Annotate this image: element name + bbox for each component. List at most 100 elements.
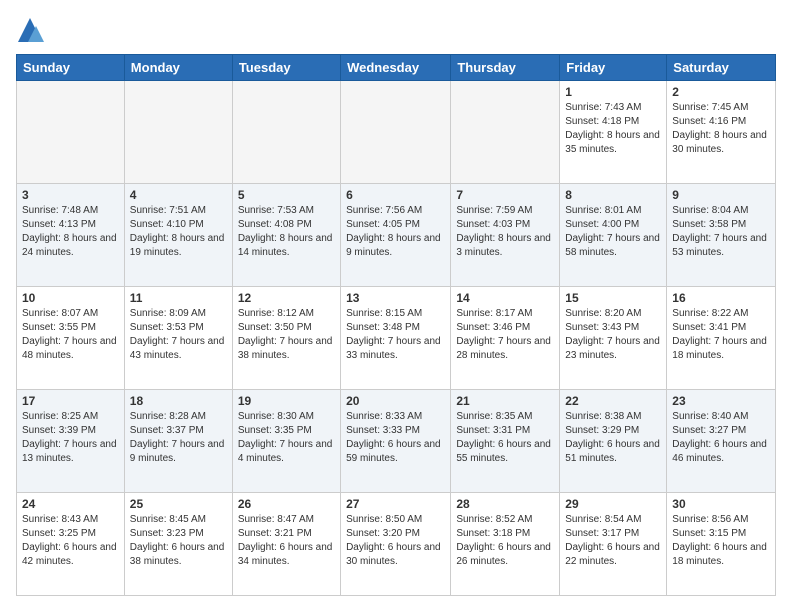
day-number: 6 [346, 188, 445, 202]
day-number: 14 [456, 291, 554, 305]
day-info: Sunrise: 8:25 AM Sunset: 3:39 PM Dayligh… [22, 410, 119, 466]
calendar-cell: 20Sunrise: 8:33 AM Sunset: 3:33 PM Dayli… [341, 390, 451, 493]
day-number: 18 [130, 394, 227, 408]
day-info: Sunrise: 8:04 AM Sunset: 3:58 PM Dayligh… [672, 204, 770, 260]
day-info: Sunrise: 8:20 AM Sunset: 3:43 PM Dayligh… [565, 307, 661, 363]
weekday-header-friday: Friday [560, 55, 667, 81]
day-info: Sunrise: 8:15 AM Sunset: 3:48 PM Dayligh… [346, 307, 445, 363]
day-info: Sunrise: 8:40 AM Sunset: 3:27 PM Dayligh… [672, 410, 770, 466]
calendar-cell: 24 Sunrise: 8:43 AM Sunset: 3:25 PM Dayli… [17, 493, 125, 596]
day-number: 3 [22, 188, 119, 202]
calendar-cell: 5 Sunrise: 7:53 AM Sunset: 4:08 PM Daylig… [232, 184, 340, 287]
day-number: 9 [672, 188, 770, 202]
day-number: 15 [565, 291, 661, 305]
day-info: Sunrise: 7:51 AM Sunset: 4:10 PM Dayligh… [130, 204, 227, 260]
day-number: 5 [238, 188, 335, 202]
day-info: Sunrise: 8:22 AM Sunset: 3:41 PM Dayligh… [672, 307, 770, 363]
weekday-header-wednesday: Wednesday [341, 55, 451, 81]
day-info: Sunrise: 8:35 AM Sunset: 3:31 PM Dayligh… [456, 410, 554, 466]
calendar-week-row: 24 Sunrise: 8:43 AM Sunset: 3:25 PM Dayli… [17, 493, 776, 596]
weekday-header-sunday: Sunday [17, 55, 125, 81]
day-number: 22 [565, 394, 661, 408]
calendar-week-row: 1 Sunrise: 7:43 AM Sunset: 4:18 PM Daylig… [17, 81, 776, 184]
calendar-cell: 19 Sunrise: 8:30 AM Sunset: 3:35 PM Dayli… [232, 390, 340, 493]
calendar-cell: 10Sunrise: 8:07 AM Sunset: 3:55 PM Dayli… [17, 287, 125, 390]
day-info: Sunrise: 7:59 AM Sunset: 4:03 PM Dayligh… [456, 204, 554, 260]
calendar-week-row: 10Sunrise: 8:07 AM Sunset: 3:55 PM Dayli… [17, 287, 776, 390]
calendar-week-row: 17 Sunrise: 8:25 AM Sunset: 3:39 PM Dayli… [17, 390, 776, 493]
day-info: Sunrise: 8:07 AM Sunset: 3:55 PM Dayligh… [22, 307, 119, 363]
day-info: Sunrise: 8:17 AM Sunset: 3:46 PM Dayligh… [456, 307, 554, 363]
day-number: 28 [456, 497, 554, 511]
calendar-cell: 13 Sunrise: 8:15 AM Sunset: 3:48 PM Dayli… [341, 287, 451, 390]
day-number: 12 [238, 291, 335, 305]
calendar-week-row: 3Sunrise: 7:48 AM Sunset: 4:13 PM Daylig… [17, 184, 776, 287]
logo-icon [16, 16, 44, 44]
weekday-header-saturday: Saturday [667, 55, 776, 81]
day-number: 11 [130, 291, 227, 305]
header [16, 16, 776, 44]
day-number: 27 [346, 497, 445, 511]
weekday-header-monday: Monday [124, 55, 232, 81]
calendar-cell [232, 81, 340, 184]
calendar-cell [451, 81, 560, 184]
day-info: Sunrise: 7:56 AM Sunset: 4:05 PM Dayligh… [346, 204, 445, 260]
calendar-cell: 21 Sunrise: 8:35 AM Sunset: 3:31 PM Dayli… [451, 390, 560, 493]
day-info: Sunrise: 8:54 AM Sunset: 3:17 PM Dayligh… [565, 513, 661, 569]
calendar-cell: 14 Sunrise: 8:17 AM Sunset: 3:46 PM Dayli… [451, 287, 560, 390]
day-number: 1 [565, 85, 661, 99]
calendar-cell: 29 Sunrise: 8:54 AM Sunset: 3:17 PM Dayli… [560, 493, 667, 596]
day-info: Sunrise: 7:43 AM Sunset: 4:18 PM Dayligh… [565, 101, 661, 157]
weekday-header-tuesday: Tuesday [232, 55, 340, 81]
calendar-cell: 9 Sunrise: 8:04 AM Sunset: 3:58 PM Daylig… [667, 184, 776, 287]
day-info: Sunrise: 8:09 AM Sunset: 3:53 PM Dayligh… [130, 307, 227, 363]
day-number: 13 [346, 291, 445, 305]
day-info: Sunrise: 7:45 AM Sunset: 4:16 PM Dayligh… [672, 101, 770, 157]
calendar-cell: 30Sunrise: 8:56 AM Sunset: 3:15 PM Dayli… [667, 493, 776, 596]
day-info: Sunrise: 8:30 AM Sunset: 3:35 PM Dayligh… [238, 410, 335, 466]
calendar-cell: 7 Sunrise: 7:59 AM Sunset: 4:03 PM Daylig… [451, 184, 560, 287]
calendar-cell: 27 Sunrise: 8:50 AM Sunset: 3:20 PM Dayli… [341, 493, 451, 596]
day-info: Sunrise: 8:33 AM Sunset: 3:33 PM Dayligh… [346, 410, 445, 466]
calendar-cell: 28Sunrise: 8:52 AM Sunset: 3:18 PM Dayli… [451, 493, 560, 596]
day-info: Sunrise: 8:12 AM Sunset: 3:50 PM Dayligh… [238, 307, 335, 363]
day-info: Sunrise: 8:38 AM Sunset: 3:29 PM Dayligh… [565, 410, 661, 466]
day-info: Sunrise: 8:01 AM Sunset: 4:00 PM Dayligh… [565, 204, 661, 260]
logo [16, 16, 46, 44]
calendar-cell: 17 Sunrise: 8:25 AM Sunset: 3:39 PM Dayli… [17, 390, 125, 493]
day-number: 8 [565, 188, 661, 202]
day-number: 30 [672, 497, 770, 511]
calendar-cell: 1 Sunrise: 7:43 AM Sunset: 4:18 PM Daylig… [560, 81, 667, 184]
day-info: Sunrise: 8:45 AM Sunset: 3:23 PM Dayligh… [130, 513, 227, 569]
day-number: 23 [672, 394, 770, 408]
day-number: 17 [22, 394, 119, 408]
day-info: Sunrise: 8:28 AM Sunset: 3:37 PM Dayligh… [130, 410, 227, 466]
day-number: 4 [130, 188, 227, 202]
day-number: 19 [238, 394, 335, 408]
calendar-cell: 4 Sunrise: 7:51 AM Sunset: 4:10 PM Daylig… [124, 184, 232, 287]
calendar-cell: 15 Sunrise: 8:20 AM Sunset: 3:43 PM Dayli… [560, 287, 667, 390]
calendar-cell: 23 Sunrise: 8:40 AM Sunset: 3:27 PM Dayli… [667, 390, 776, 493]
day-number: 24 [22, 497, 119, 511]
calendar-cell: 18 Sunrise: 8:28 AM Sunset: 3:37 PM Dayli… [124, 390, 232, 493]
day-number: 7 [456, 188, 554, 202]
day-number: 25 [130, 497, 227, 511]
calendar-cell: 26 Sunrise: 8:47 AM Sunset: 3:21 PM Dayli… [232, 493, 340, 596]
weekday-header-row: SundayMondayTuesdayWednesdayThursdayFrid… [17, 55, 776, 81]
calendar-cell: 16Sunrise: 8:22 AM Sunset: 3:41 PM Dayli… [667, 287, 776, 390]
day-info: Sunrise: 7:53 AM Sunset: 4:08 PM Dayligh… [238, 204, 335, 260]
calendar-cell [17, 81, 125, 184]
calendar-cell: 8 Sunrise: 8:01 AM Sunset: 4:00 PM Daylig… [560, 184, 667, 287]
day-number: 29 [565, 497, 661, 511]
day-number: 21 [456, 394, 554, 408]
calendar: SundayMondayTuesdayWednesdayThursdayFrid… [16, 54, 776, 596]
calendar-cell: 2Sunrise: 7:45 AM Sunset: 4:16 PM Daylig… [667, 81, 776, 184]
calendar-cell: 22 Sunrise: 8:38 AM Sunset: 3:29 PM Dayli… [560, 390, 667, 493]
calendar-cell: 12 Sunrise: 8:12 AM Sunset: 3:50 PM Dayli… [232, 287, 340, 390]
day-number: 26 [238, 497, 335, 511]
weekday-header-thursday: Thursday [451, 55, 560, 81]
day-info: Sunrise: 8:50 AM Sunset: 3:20 PM Dayligh… [346, 513, 445, 569]
day-info: Sunrise: 8:43 AM Sunset: 3:25 PM Dayligh… [22, 513, 119, 569]
calendar-cell [124, 81, 232, 184]
day-info: Sunrise: 8:47 AM Sunset: 3:21 PM Dayligh… [238, 513, 335, 569]
